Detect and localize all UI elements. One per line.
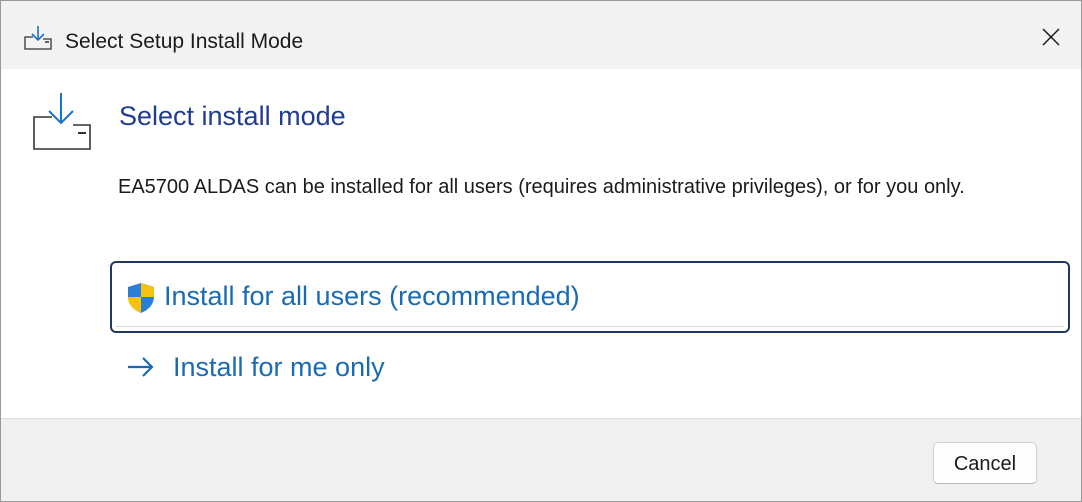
install-download-icon [24,26,52,50]
title-bar[interactable]: Select Setup Install Mode [1,1,1081,69]
install-all-users-button[interactable]: Install for all users (recommended) [110,261,1070,333]
install-all-users-label: Install for all users (recommended) [164,281,580,311]
setup-dialog: Select Setup Install Mode Select install… [0,0,1082,502]
divider [116,326,1064,327]
dialog-content: Select install mode EA5700 ALDAS can be … [1,69,1081,418]
install-me-only-label: Install for me only [173,352,385,382]
close-icon [1042,28,1060,46]
cancel-button[interactable]: Cancel [933,442,1037,484]
uac-shield-icon [128,283,154,313]
install-download-icon [33,93,91,150]
arrow-right-icon [128,357,154,377]
window-title: Select Setup Install Mode [65,30,304,53]
dialog-footer: Cancel [1,418,1081,501]
install-description: EA5700 ALDAS can be installed for all us… [118,176,965,198]
page-title: Select install mode [119,101,346,131]
close-button[interactable] [1021,11,1081,63]
